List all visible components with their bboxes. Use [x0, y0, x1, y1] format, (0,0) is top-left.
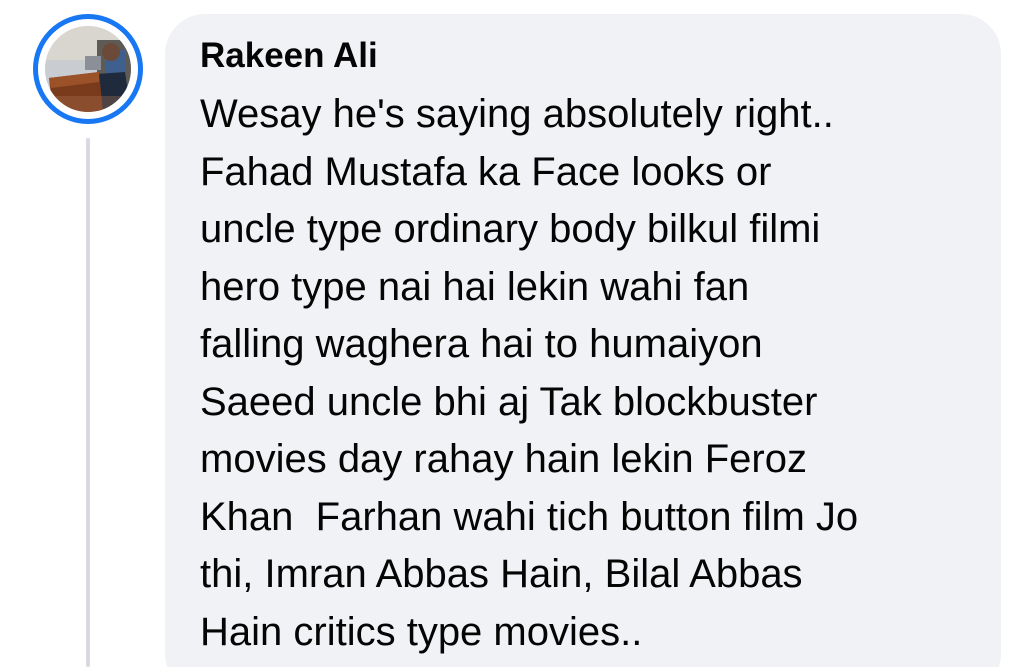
comment-text-line: movies day rahay hain lekin Feroz [200, 437, 807, 481]
comment-text-line: Saeed uncle bhi aj Tak blockbuster [200, 379, 818, 424]
comment-thread: Rakeen Ali Wesay he's saying absolutely … [0, 0, 1024, 667]
profile-photo-icon [45, 26, 131, 112]
comment-author-name[interactable]: Rakeen Ali [200, 30, 378, 82]
comment-text-line: hero type nai hai lekin wahi fan [200, 264, 750, 309]
comment-text: Wesay he's saying absolutely right.. Fah… [200, 86, 980, 661]
avatar [45, 26, 131, 112]
comment-text-line: Wesay he's saying absolutely right.. [200, 92, 834, 136]
comment-text-line: falling waghera hai to humaiyon [200, 322, 763, 366]
comment-text-line: Fahad Mustafa ka Face looks or [200, 149, 772, 194]
comment-text-line: thi, Imran Abbas Hain, Bilal Abbas [200, 552, 803, 596]
profile-avatar-button[interactable] [33, 14, 143, 124]
comment-text-line: Khan Farhan wahi tich button film Jo [200, 494, 859, 539]
comment-text-line: Hain critics type movies.. [200, 609, 643, 654]
comment-text-line: uncle type ordinary body bilkul filmi [200, 207, 821, 251]
thread-line [86, 138, 90, 667]
